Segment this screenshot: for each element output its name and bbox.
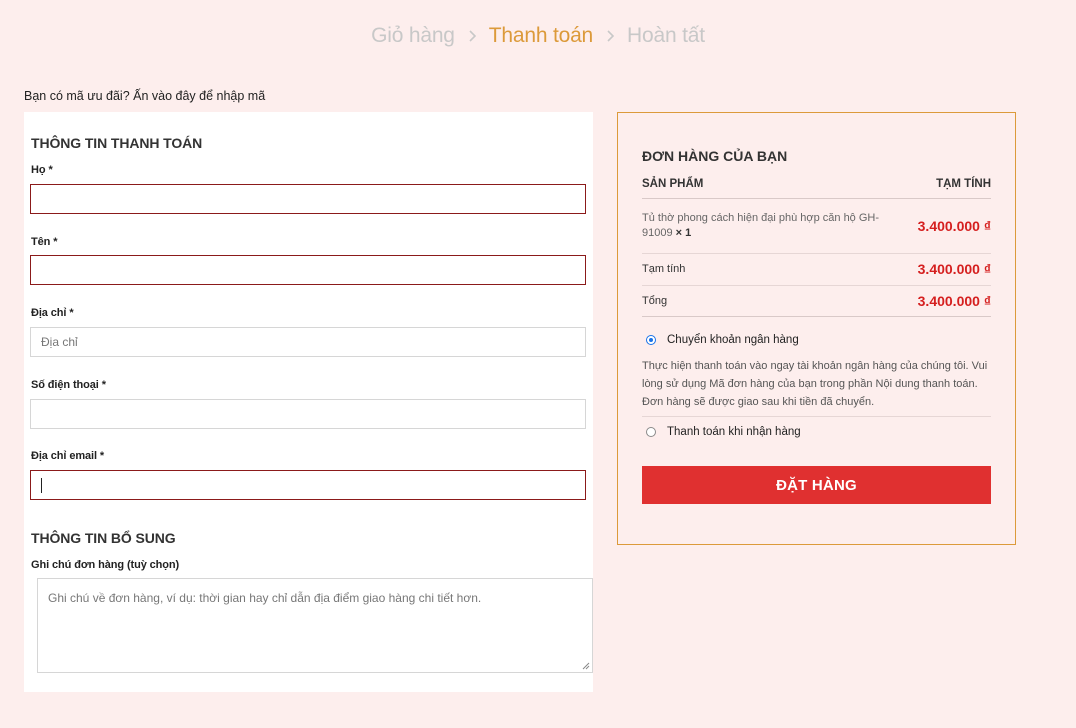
resize-grip-icon[interactable] (582, 662, 590, 670)
divider (642, 285, 991, 286)
payment-cod-option[interactable]: Thanh toán khi nhận hàng (642, 426, 991, 438)
email-label: Địa chỉ email * (31, 450, 105, 462)
bank-label[interactable]: Chuyển khoản ngân hàng (667, 334, 799, 346)
total-row: Tổng 3.400.000 ₫ (642, 292, 991, 310)
subtotal-row: Tạm tính 3.400.000 ₫ (642, 260, 991, 278)
cod-label[interactable]: Thanh toán khi nhận hàng (667, 426, 801, 438)
col-subtotal: TẠM TÍNH (936, 178, 991, 190)
address-input[interactable]: Địa chỉ (30, 327, 586, 357)
divider (642, 253, 991, 254)
order-summary: ĐƠN HÀNG CỦA BẠN SẢN PHẨM TẠM TÍNH Tủ th… (617, 112, 1016, 545)
order-item-row: Tủ thờ phong cách hiện đại phù hợp căn h… (642, 211, 991, 241)
divider (642, 198, 991, 199)
billing-title: THÔNG TIN THANH TOÁN (31, 135, 203, 151)
first-name-input[interactable] (30, 255, 586, 285)
chevron-right-icon (465, 29, 479, 43)
place-order-button[interactable]: ĐẶT HÀNG (642, 466, 991, 504)
last-name-label: Họ * (31, 164, 53, 176)
product-name: Tủ thờ phong cách hiện đại phù hợp căn h… (642, 212, 880, 239)
chevron-right-icon (603, 29, 617, 43)
phone-label: Số điện thoại * (31, 379, 106, 391)
total-label: Tổng (642, 295, 668, 307)
order-notes-placeholder: Ghi chú về đơn hàng, ví dụ: thời gian ha… (48, 591, 482, 605)
order-notes-label: Ghi chú đơn hàng (tuỳ chọn) (31, 559, 180, 571)
coupon-link[interactable]: Bạn có mã ưu đãi? Ấn vào đây để nhập mã (24, 89, 265, 103)
subtotal-label: Tạm tính (642, 263, 686, 275)
total-value: 3.400.000 ₫ (917, 293, 991, 309)
product-price: 3.400.000 ₫ (917, 218, 991, 234)
divider (642, 416, 991, 417)
billing-form: THÔNG TIN THANH TOÁN Họ * Tên * Địa chỉ … (24, 112, 593, 692)
payment-bank-option[interactable]: Chuyển khoản ngân hàng (642, 334, 991, 346)
divider (642, 316, 991, 317)
checkout-steps: Giỏ hàng Thanh toán Hoàn tất (0, 24, 1076, 48)
col-product: SẢN PHẨM (642, 178, 704, 190)
email-input[interactable] (30, 470, 586, 500)
step-cart[interactable]: Giỏ hàng (371, 24, 455, 48)
address-placeholder: Địa chỉ (41, 335, 78, 349)
order-notes-textarea[interactable]: Ghi chú về đơn hàng, ví dụ: thời gian ha… (37, 578, 593, 673)
first-name-label: Tên * (31, 236, 58, 248)
last-name-input[interactable] (30, 184, 586, 214)
step-checkout: Thanh toán (488, 24, 594, 47)
order-title: ĐƠN HÀNG CỦA BẠN (642, 148, 788, 164)
cod-radio[interactable] (646, 427, 656, 437)
subtotal-value: 3.400.000 ₫ (917, 261, 991, 277)
bank-description: Thực hiện thanh toán vào ngay tài khoản … (642, 360, 988, 408)
order-table-header: SẢN PHẨM TẠM TÍNH (642, 178, 991, 190)
bank-radio[interactable] (646, 335, 656, 345)
phone-input[interactable] (30, 399, 586, 429)
step-done: Hoàn tất (627, 24, 705, 47)
product-qty: × 1 (675, 227, 692, 239)
address-label: Địa chỉ * (31, 307, 74, 319)
text-caret (41, 477, 42, 493)
additional-title: THÔNG TIN BỔ SUNG (31, 530, 176, 546)
